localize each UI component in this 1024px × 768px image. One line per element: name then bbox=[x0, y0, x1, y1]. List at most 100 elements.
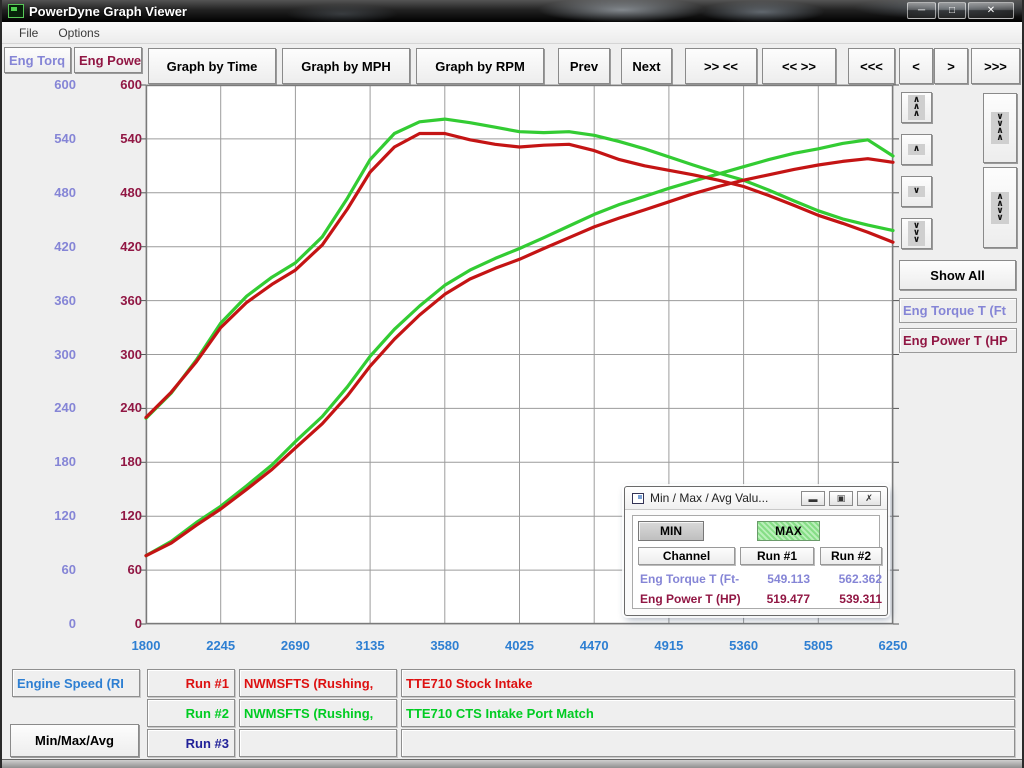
y-tick-torque-480: 480 bbox=[32, 185, 76, 200]
y-tick-torque-240: 240 bbox=[32, 400, 76, 415]
scale-button-down-down-down[interactable]: ∨∨∨ bbox=[901, 218, 932, 249]
close-button-icon[interactable]: ✕ bbox=[968, 2, 1014, 19]
minmax-minimize-icon[interactable]: ▬ bbox=[801, 491, 825, 506]
run-label-3: Run #3 bbox=[147, 729, 235, 757]
minmax-window-title: Min / Max / Avg Valu... bbox=[650, 491, 768, 505]
y-tick-torque-120: 120 bbox=[32, 508, 76, 523]
minmax-header-run-2[interactable]: Run #2 bbox=[820, 547, 882, 565]
y-tick-torque-420: 420 bbox=[32, 239, 76, 254]
channel-button-power[interactable]: Eng Powe bbox=[74, 47, 142, 73]
minmax-title-bar[interactable]: Min / Max / Avg Valu... ▬ ▣ ✗ bbox=[625, 487, 887, 510]
toolbar-button-[interactable]: <<< bbox=[848, 48, 895, 84]
run-file-3 bbox=[239, 729, 397, 757]
minmax-window[interactable]: Min / Max / Avg Valu... ▬ ▣ ✗ MIN MAX Ch… bbox=[624, 486, 888, 616]
min-toggle-button[interactable]: MIN bbox=[638, 521, 704, 541]
y-tick-power-360: 360 bbox=[98, 293, 142, 308]
x-tick-4025: 4025 bbox=[490, 638, 550, 653]
minmax-value-power-run1: 519.477 bbox=[740, 592, 810, 606]
toolbar-button-[interactable]: >> << bbox=[685, 48, 757, 84]
x-tick-4915: 4915 bbox=[639, 638, 699, 653]
toolbar-button-graph-by-time[interactable]: Graph by Time bbox=[148, 48, 276, 84]
chevron-down-icon: ∨ bbox=[913, 188, 920, 195]
y-tick-torque-600: 600 bbox=[32, 77, 76, 92]
x-tick-1800: 1800 bbox=[116, 638, 176, 653]
x-tick-2690: 2690 bbox=[265, 638, 325, 653]
y-tick-power-0: 0 bbox=[98, 616, 142, 631]
y-tick-power-300: 300 bbox=[98, 347, 142, 362]
minmax-close-icon[interactable]: ✗ bbox=[857, 491, 881, 506]
y-tick-torque-60: 60 bbox=[32, 562, 76, 577]
min-max-avg-button[interactable]: Min/Max/Avg bbox=[10, 724, 139, 757]
toolbar-button-graph-by-rpm[interactable]: Graph by RPM bbox=[416, 48, 544, 84]
window-title: PowerDyne Graph Viewer bbox=[29, 4, 187, 19]
scale-button-up[interactable]: ∧ bbox=[901, 134, 932, 165]
minimize-button-icon[interactable]: ─ bbox=[907, 2, 936, 19]
y-tick-power-120: 120 bbox=[98, 508, 142, 523]
y-tick-power-480: 480 bbox=[98, 185, 142, 200]
minmax-channel-torque: Eng Torque T (Ft- bbox=[640, 572, 740, 586]
y-tick-torque-540: 540 bbox=[32, 131, 76, 146]
minmax-value-torque-run2: 562.362 bbox=[820, 572, 882, 586]
y-tick-power-540: 540 bbox=[98, 131, 142, 146]
minmax-value-power-run2: 539.311 bbox=[820, 592, 882, 606]
minmax-maximize-icon[interactable]: ▣ bbox=[829, 491, 853, 506]
minmax-window-icon bbox=[632, 493, 644, 504]
channel-button-torque[interactable]: Eng Torq bbox=[4, 47, 71, 73]
minmax-value-torque-run1: 549.113 bbox=[740, 572, 810, 586]
menu-bar: File Options bbox=[2, 22, 1022, 44]
y-tick-torque-300: 300 bbox=[32, 347, 76, 362]
toolbar-button-prev[interactable]: Prev bbox=[558, 48, 610, 84]
chevron-down-icon: ∨ bbox=[996, 215, 1003, 222]
toolbar-button-[interactable]: << >> bbox=[762, 48, 836, 84]
x-tick-5805: 5805 bbox=[788, 638, 848, 653]
app-icon bbox=[8, 4, 24, 18]
y-tick-power-600: 600 bbox=[98, 77, 142, 92]
y-tick-torque-0: 0 bbox=[32, 616, 76, 631]
torque-channel-label: Eng Torque T (Ft bbox=[899, 298, 1017, 323]
y-tick-power-60: 60 bbox=[98, 562, 142, 577]
zoom-in-y-button[interactable]: ∨∨∧∧ bbox=[983, 93, 1017, 163]
maximize-button-icon[interactable]: □ bbox=[938, 2, 966, 19]
y-tick-torque-360: 360 bbox=[32, 293, 76, 308]
y-tick-torque-180: 180 bbox=[32, 454, 76, 469]
menu-file[interactable]: File bbox=[10, 24, 47, 42]
x-tick-5360: 5360 bbox=[714, 638, 774, 653]
power-channel-label: Eng Power T (HP bbox=[899, 328, 1017, 353]
toolbar-button-[interactable]: > bbox=[934, 48, 968, 84]
x-axis-channel-label: Engine Speed (RI bbox=[12, 669, 140, 697]
max-toggle-button[interactable]: MAX bbox=[757, 521, 820, 541]
x-tick-2245: 2245 bbox=[191, 638, 251, 653]
x-tick-6250: 6250 bbox=[863, 638, 923, 653]
minmax-header-run-1[interactable]: Run #1 bbox=[740, 547, 814, 565]
minmax-channel-power: Eng Power T (HP) bbox=[640, 592, 740, 606]
show-all-button[interactable]: Show All bbox=[899, 260, 1016, 290]
run-comment-3 bbox=[401, 729, 1015, 757]
y-tick-power-240: 240 bbox=[98, 400, 142, 415]
run-comment-1: TTE710 Stock Intake bbox=[401, 669, 1015, 697]
zoom-out-y-button[interactable]: ∧∧∨∨ bbox=[983, 167, 1017, 248]
toolbar-button-graph-by-mph[interactable]: Graph by MPH bbox=[282, 48, 410, 84]
scale-button-down[interactable]: ∨ bbox=[901, 176, 932, 207]
run-comment-2: TTE710 CTS Intake Port Match bbox=[401, 699, 1015, 727]
menu-options[interactable]: Options bbox=[49, 24, 108, 42]
minmax-header-channel[interactable]: Channel bbox=[638, 547, 735, 565]
toolbar-button-[interactable]: >>> bbox=[971, 48, 1020, 84]
title-bar[interactable]: PowerDyne Graph Viewer ─ □ ✕ bbox=[2, 0, 1022, 22]
minmax-body: MIN MAX Channel Run #1 Run #2 Eng Torque T … bbox=[632, 515, 880, 609]
chevron-up-icon: ∧ bbox=[913, 111, 920, 118]
y-tick-power-420: 420 bbox=[98, 239, 142, 254]
y-tick-power-180: 180 bbox=[98, 454, 142, 469]
run-file-1: NWMSFTS (Rushing, bbox=[239, 669, 397, 697]
run-label-1: Run #1 bbox=[147, 669, 235, 697]
run-label-2: Run #2 bbox=[147, 699, 235, 727]
x-tick-3135: 3135 bbox=[340, 638, 400, 653]
chevron-up-icon: ∧ bbox=[996, 135, 1003, 142]
x-tick-3580: 3580 bbox=[415, 638, 475, 653]
window-resize-border[interactable] bbox=[2, 759, 1022, 768]
x-tick-4470: 4470 bbox=[564, 638, 624, 653]
scale-button-up-up-up[interactable]: ∧∧∧ bbox=[901, 92, 932, 123]
app-window: PowerDyne Graph Viewer ─ □ ✕ File Option… bbox=[0, 0, 1024, 768]
toolbar-button-[interactable]: < bbox=[899, 48, 933, 84]
toolbar-button-next[interactable]: Next bbox=[621, 48, 672, 84]
chevron-up-icon: ∧ bbox=[913, 146, 920, 153]
